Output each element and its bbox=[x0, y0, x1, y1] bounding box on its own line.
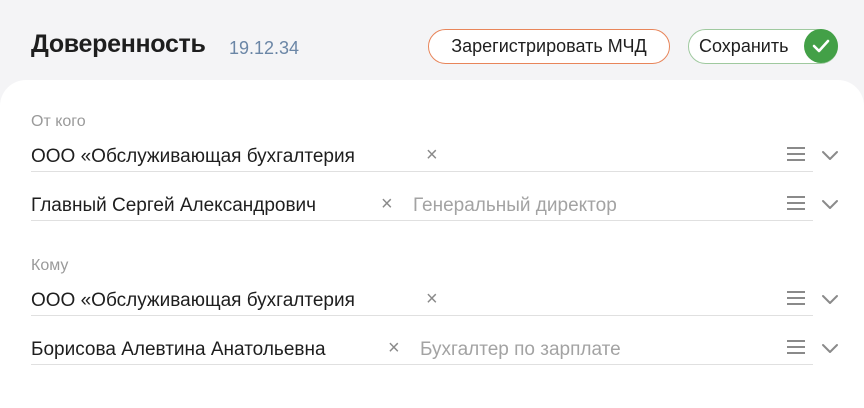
to-organization-value: ООО «Обслуживающая бухгалтерия bbox=[31, 290, 355, 311]
clear-icon[interactable]: × bbox=[381, 193, 393, 216]
list-icon[interactable] bbox=[787, 196, 805, 212]
to-person-value: Борисова Алевтина Анатольевна bbox=[31, 339, 326, 360]
chevron-down-icon[interactable] bbox=[821, 197, 839, 215]
page-title: Доверенность bbox=[31, 30, 206, 58]
clear-icon[interactable]: × bbox=[388, 337, 400, 360]
to-position-input[interactable]: Бухгалтер по зарплате bbox=[420, 339, 621, 361]
chevron-down-icon[interactable] bbox=[821, 341, 839, 359]
from-position-input[interactable]: Генеральный директор bbox=[413, 195, 617, 217]
from-person-value: Главный Сергей Александрович bbox=[31, 195, 317, 216]
clear-icon[interactable]: × bbox=[426, 144, 438, 167]
save-button-label: Сохранить bbox=[699, 36, 789, 56]
to-section-label: Кому bbox=[31, 257, 69, 274]
to-organization-field[interactable]: ООО «Обслуживающая бухгалтерия × bbox=[31, 286, 838, 316]
from-person-field[interactable]: Главный Сергей Александрович × Генеральн… bbox=[31, 191, 838, 221]
from-organization-value: ООО «Обслуживающая бухгалтерия bbox=[31, 146, 355, 167]
clear-icon[interactable]: × bbox=[426, 288, 438, 311]
chevron-down-icon[interactable] bbox=[821, 148, 839, 166]
from-organization-field[interactable]: ООО «Обслуживающая бухгалтерия × bbox=[31, 142, 838, 172]
check-icon bbox=[804, 29, 838, 63]
register-mchd-button[interactable]: Зарегистрировать МЧД bbox=[428, 29, 670, 64]
list-icon[interactable] bbox=[787, 340, 805, 356]
document-date: 19.12.34 bbox=[229, 38, 300, 58]
page-header: Доверенность 19.12.34 Зарегистрировать М… bbox=[0, 0, 864, 80]
list-icon[interactable] bbox=[787, 291, 805, 307]
to-person-field[interactable]: Борисова Алевтина Анатольевна × Бухгалте… bbox=[31, 335, 838, 365]
list-icon[interactable] bbox=[787, 147, 805, 163]
save-button[interactable]: Сохранить bbox=[688, 29, 838, 64]
chevron-down-icon[interactable] bbox=[821, 292, 839, 310]
form-card: От кого ООО «Обслуживающая бухгалтерия ×… bbox=[0, 80, 864, 408]
from-section-label: От кого bbox=[31, 113, 86, 130]
